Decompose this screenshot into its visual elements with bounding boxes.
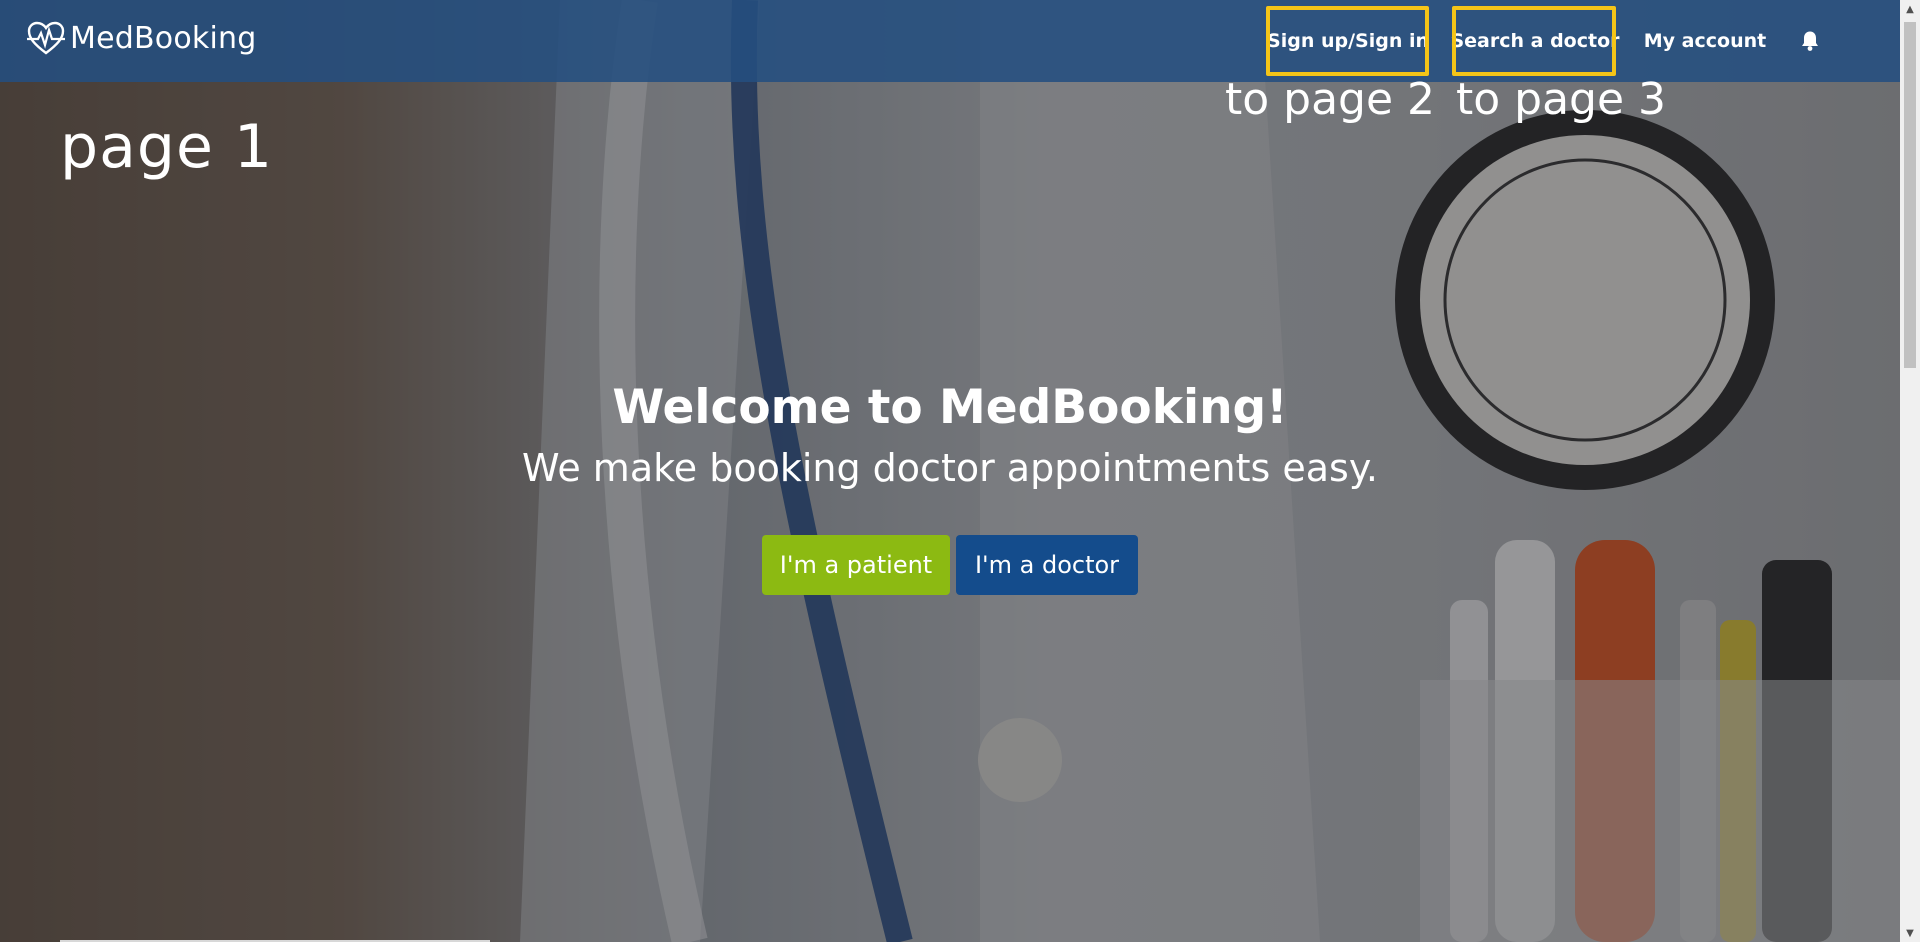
notifications-bell-button[interactable] <box>1795 0 1825 82</box>
hero-subtitle: We make booking doctor appointments easy… <box>522 446 1378 490</box>
heartbeat-heart-icon <box>27 21 65 55</box>
hero-title: Welcome to MedBooking! <box>612 380 1288 435</box>
nav-signup-signin-link[interactable]: Sign up/Sign in <box>1267 0 1429 82</box>
nav-search-doctor-link[interactable]: Search a doctor <box>1450 0 1619 82</box>
landing-page: MedBooking Sign up/Sign in Search a doct… <box>0 0 1920 942</box>
nav-my-account-link[interactable]: My account <box>1640 0 1770 82</box>
top-navbar: MedBooking Sign up/Sign in Search a doct… <box>0 0 1900 82</box>
doctor-button[interactable]: I'm a doctor <box>956 535 1138 595</box>
scroll-up-arrow-icon[interactable]: ▲ <box>1900 0 1920 18</box>
hero-content: Welcome to MedBooking! We make booking d… <box>0 376 1900 496</box>
brand-logo-link[interactable]: MedBooking <box>26 20 256 56</box>
scroll-down-arrow-icon[interactable]: ▼ <box>1900 924 1920 942</box>
patient-button[interactable]: I'm a patient <box>762 535 950 595</box>
scrollbar-thumb[interactable] <box>1904 22 1916 368</box>
brand-name: MedBooking <box>70 20 257 56</box>
hero-button-group: I'm a patient I'm a doctor <box>0 535 1900 595</box>
annotation-page-label: page 1 <box>60 112 274 182</box>
vertical-scrollbar[interactable]: ▲ ▼ <box>1900 0 1920 942</box>
annotation-to-page-3: to page 3 <box>1456 74 1667 125</box>
annotation-to-page-2: to page 2 <box>1225 74 1436 125</box>
bell-icon <box>1802 31 1818 51</box>
